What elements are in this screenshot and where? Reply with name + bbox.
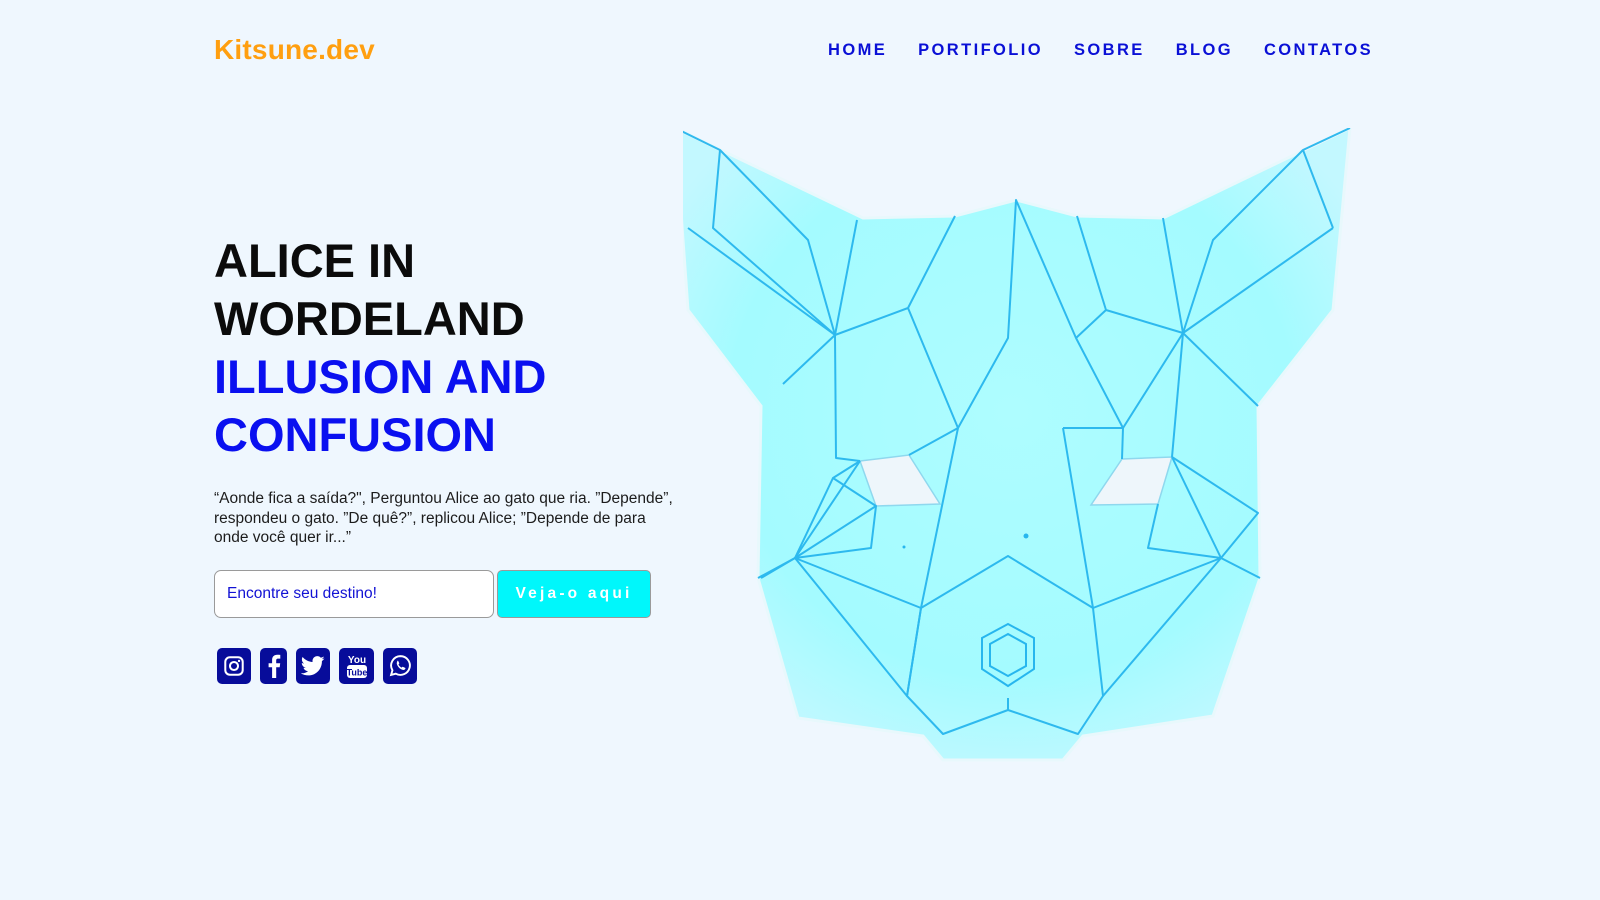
facebook-icon [268,654,280,678]
headline-line-1: ALICE IN [214,234,416,287]
youtube-link[interactable]: You Tube [339,647,374,684]
search-form: Veja-o aqui [214,569,684,618]
facebook-link[interactable] [260,647,287,684]
instagram-icon [224,655,244,676]
mask-silhouette [683,128,1352,762]
nav-portifolio[interactable]: PORTIFOLIO [918,41,1043,60]
headline-accent-line-2: CONFUSION [214,408,496,461]
nav-sobre[interactable]: SOBRE [1074,41,1145,60]
hero-headline: ALICE IN WORDELAND ILLUSION AND CONFUSIO… [214,232,684,464]
nav-home[interactable]: HOME [828,41,887,60]
headline-line-2: WORDELAND [214,292,525,345]
fox-mask-illustration [683,128,1352,762]
instagram-link[interactable] [217,647,251,684]
twitter-icon [301,655,325,675]
hero-section: ALICE IN WORDELAND ILLUSION AND CONFUSIO… [214,232,684,684]
headline-accent-line-1: ILLUSION AND [214,350,547,403]
twitter-link[interactable] [296,647,330,684]
site-header: Kitsune.dev HOME PORTIFOLIO SOBRE BLOG C… [214,0,1373,100]
youtube-icon: You Tube [346,655,367,678]
hero-description: “Aonde fica a saída?", Perguntou Alice a… [214,490,673,546]
site-logo[interactable]: Kitsune.dev [214,34,375,66]
destination-search-input[interactable] [214,569,494,618]
whatsapp-link[interactable] [383,647,417,684]
nav-contatos[interactable]: CONTATOS [1264,41,1373,60]
nav-blog[interactable]: BLOG [1176,41,1233,60]
main-nav: HOME PORTIFOLIO SOBRE BLOG CONTATOS [828,41,1373,60]
svg-text:You: You [347,655,365,666]
veja-o-aqui-button[interactable]: Veja-o aqui [497,569,651,618]
svg-text:Tube: Tube [346,667,367,677]
whatsapp-icon [389,655,411,677]
social-links: You Tube [217,647,684,684]
